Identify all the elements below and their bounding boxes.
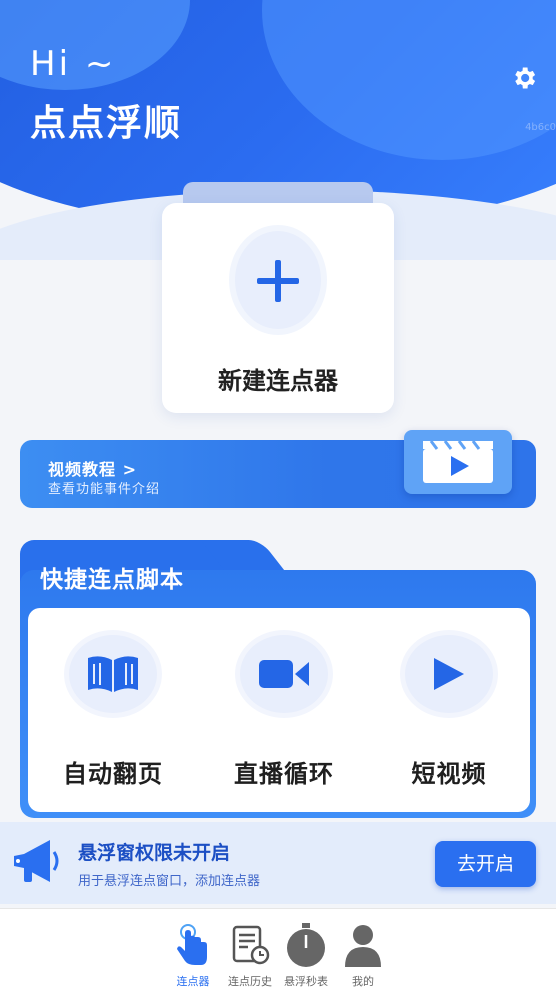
person-icon bbox=[345, 925, 381, 967]
quick-item-auto-page-turn[interactable]: 自动翻页 bbox=[30, 630, 190, 800]
clapperboard-icon bbox=[404, 430, 512, 494]
greeting-text: Hi ~ bbox=[30, 44, 117, 84]
quick-scripts-title: 快捷连点脚本 bbox=[40, 567, 184, 593]
plus-icon bbox=[257, 260, 299, 302]
permission-notice: 悬浮窗权限未开启 用于悬浮连点窗口，添加连点器 去开启 bbox=[0, 822, 556, 904]
quick-item-label: 自动翻页 bbox=[63, 760, 163, 788]
bottom-tab-bar: 连点器 连点历史 悬浮秒表 我的 bbox=[0, 908, 556, 991]
tap-hand-icon bbox=[177, 924, 207, 965]
add-circle[interactable] bbox=[229, 225, 327, 335]
stopwatch-icon bbox=[287, 923, 325, 967]
tab-profile[interactable]: 我的 bbox=[333, 919, 393, 989]
quick-item-label: 直播循环 bbox=[234, 760, 334, 788]
gear-icon[interactable] bbox=[510, 64, 538, 92]
megaphone-icon bbox=[14, 840, 59, 882]
quick-scripts-list: 自动翻页 直播循环 短视频 bbox=[28, 608, 530, 812]
banner-title: 视频教程 > bbox=[48, 460, 137, 479]
new-clicker-card[interactable]: 新建连点器 bbox=[162, 203, 394, 413]
tab-label: 我的 bbox=[352, 975, 374, 988]
quick-item-live-loop[interactable]: 直播循环 bbox=[201, 630, 361, 800]
new-clicker-label: 新建连点器 bbox=[218, 367, 338, 395]
notice-title: 悬浮窗权限未开启 bbox=[78, 842, 231, 864]
history-document-icon bbox=[232, 925, 270, 965]
play-icon bbox=[434, 658, 464, 690]
enable-permission-button[interactable]: 去开启 bbox=[435, 841, 536, 887]
watermark-text: 4b6c0 bbox=[525, 122, 556, 133]
book-icon bbox=[88, 656, 138, 692]
quick-scripts-panel: 快捷连点脚本 自动翻页 直播循环 短视频 bbox=[20, 540, 536, 818]
video-tutorial-banner[interactable]: 视频教程 > 查看功能事件介绍 bbox=[20, 430, 536, 508]
quick-item-label: 短视频 bbox=[411, 760, 487, 788]
video-camera-icon bbox=[259, 660, 309, 688]
app-title: 点点浮顺 bbox=[30, 103, 183, 144]
quick-item-short-video[interactable]: 短视频 bbox=[366, 630, 526, 800]
notice-subtitle: 用于悬浮连点窗口，添加连点器 bbox=[78, 874, 261, 889]
banner-subtitle: 查看功能事件介绍 bbox=[48, 482, 161, 497]
